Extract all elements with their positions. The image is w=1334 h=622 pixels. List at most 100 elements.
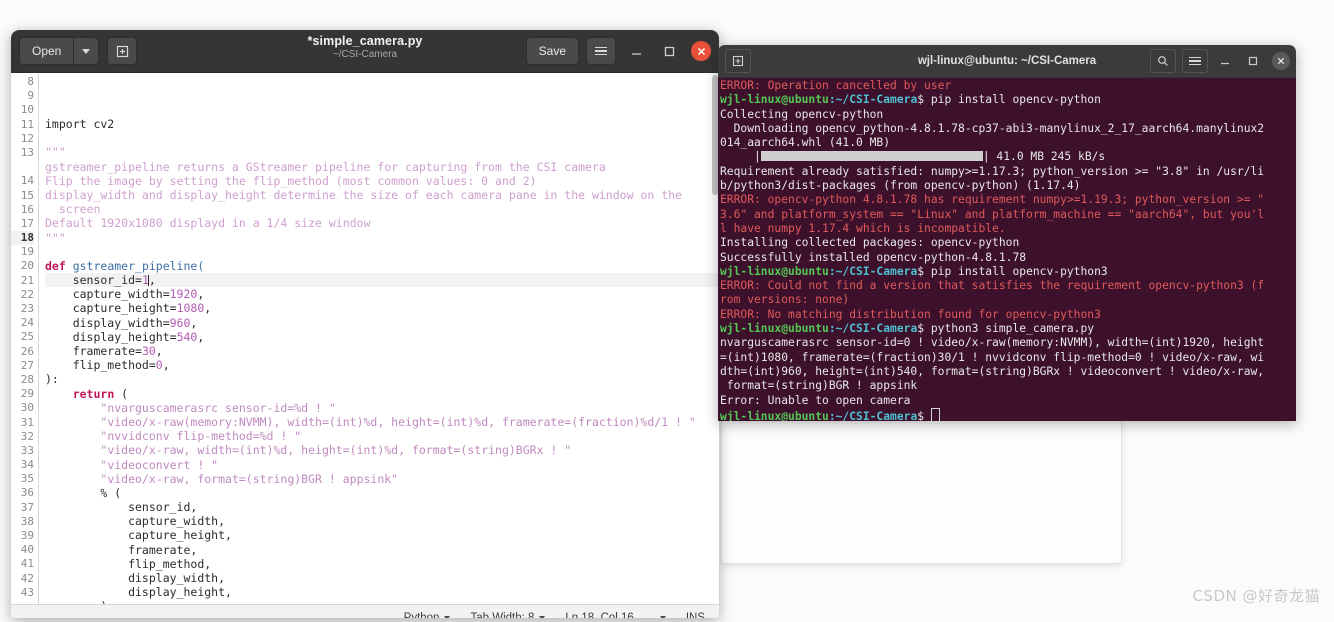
terminal-text: dth=(int)960, height=(int)540, format=(s… <box>720 364 1265 378</box>
code-token: gstreamer_pipeline( <box>72 258 205 273</box>
terminal-text: | 41.0 MB 245 kB/s <box>982 150 1106 164</box>
line-number: 23 <box>20 302 34 315</box>
search-icon <box>1158 56 1168 66</box>
editor-maximize-button[interactable] <box>656 38 682 64</box>
line-number: 39 <box>20 529 34 542</box>
close-icon <box>1277 57 1285 65</box>
code-line: "videoconvert ! " <box>45 458 719 472</box>
code-line: Flip the image by setting the flip_metho… <box>45 174 719 188</box>
terminal-text: ERROR: No matching distribution found fo… <box>720 307 1101 321</box>
terminal-text: rom versions: none) <box>720 293 850 307</box>
code-line: ) <box>45 599 719 604</box>
chevron-down-icon <box>539 616 546 618</box>
terminal-text: wjl-linux@ubuntu <box>720 409 829 421</box>
editor-close-button[interactable] <box>691 41 711 61</box>
tab-width-label: Tab Width: 8 <box>470 612 535 618</box>
terminal-text: 014_aarch64.whl (41.0 MB) <box>720 136 891 150</box>
line-number: 15 <box>20 188 34 202</box>
terminal-line: l have numpy 1.17.4 which is incompatibl… <box>720 222 1296 236</box>
line-number: 17 <box>20 216 34 230</box>
save-button[interactable]: Save <box>525 37 579 65</box>
insert-mode-label: INS <box>685 612 705 618</box>
terminal-titlebar-right <box>1150 49 1290 73</box>
code-token: "video/x-raw(memory:NVMM), width=(int)%d… <box>100 414 696 429</box>
terminal-search-button[interactable] <box>1150 49 1176 73</box>
terminal-output[interactable]: ERROR: Operation cancelled by user wjl-li… <box>718 78 1296 421</box>
line-number: 25 <box>20 330 34 344</box>
code-line: capture_width=1920, <box>45 287 719 301</box>
line-number: 13 <box>20 145 34 159</box>
tab-width-selector[interactable]: Tab Width: 8 <box>470 612 546 618</box>
terminal-text: $ pip install opencv-python <box>917 93 1101 107</box>
code-token: flip_method= <box>45 358 156 373</box>
desktop-screen: Open *simple_camera.py ~/CSI-Camera Save <box>0 0 1334 622</box>
code-token: , <box>155 344 163 358</box>
code-token: , <box>148 273 156 288</box>
terminal-new-tab-button[interactable] <box>725 49 751 73</box>
line-number: 43 <box>20 585 34 599</box>
code-line: ): <box>45 372 719 386</box>
code-line: "nvarguscamerasrc sensor-id=%d ! " <box>45 401 719 415</box>
terminal-titlebar: wjl-linux@ubuntu: ~/CSI-Camera <box>718 45 1296 78</box>
line-number: 26 <box>20 344 34 358</box>
terminal-menu-button[interactable] <box>1182 49 1208 73</box>
page-subtitle: ~/CSI-Camera <box>332 49 398 60</box>
terminal-line: 3.6" and platform_system == "Linux" and … <box>720 208 1296 222</box>
minimize-icon <box>1221 62 1229 65</box>
terminal-minimize-button[interactable] <box>1214 50 1236 72</box>
cursor-position-selector[interactable]: Ln 18, Col 16 <box>565 612 666 618</box>
code-token: 540 <box>176 329 198 344</box>
code-line: "video/x-raw, format=(string)BGR ! appsi… <box>45 472 719 486</box>
save-as-button[interactable] <box>107 37 138 65</box>
terminal-line: ERROR: Operation cancelled by user <box>720 79 1296 93</box>
code-token: , <box>162 358 170 373</box>
code-line: display_height, <box>45 585 719 599</box>
minimize-icon <box>631 52 641 55</box>
terminal-text: Error: Unable to open camera <box>720 393 911 407</box>
terminal-text: ERROR: Could not find a version that sat… <box>720 279 1265 293</box>
terminal-text: Downloading opencv_python-4.8.1.78-cp37-… <box>720 121 1265 135</box>
code-area[interactable]: import cv2 """ gstreamer_pipeline returns … <box>39 73 719 604</box>
terminal-close-button[interactable] <box>1272 52 1290 70</box>
open-button[interactable]: Open <box>19 37 74 65</box>
line-number: 21 <box>20 273 34 287</box>
editor-body[interactable]: 8 9 10 11 12 13 14 15 16 17 18 19 20 21 22 23 24 25 26 27 28… <box>11 73 719 604</box>
line-number: 10 <box>20 103 34 117</box>
code-token: , <box>197 287 205 302</box>
code-token: , <box>197 329 205 344</box>
code-line: capture_height, <box>45 528 719 542</box>
line-number: 28 <box>20 372 34 386</box>
line-number-gutter: 8 9 10 11 12 13 14 15 16 17 18 19 20 21 22 23 24 25 26 27 28… <box>11 73 39 604</box>
terminal-text: Successfully installed opencv-python-4.8… <box>720 250 1027 264</box>
line-number: 11 <box>20 117 34 131</box>
terminal-line: wjl-linux@ubuntu:~/CSI-Camera$ pip insta… <box>720 265 1296 279</box>
line-number: 12 <box>20 131 34 145</box>
line-number: 29 <box>20 387 34 401</box>
code-token: 960 <box>169 315 191 330</box>
editor-menu-button[interactable] <box>586 37 616 65</box>
editor-minimize-button[interactable] <box>623 38 649 64</box>
save-as-icon <box>116 45 128 57</box>
code-line: display_width, <box>45 571 719 585</box>
code-token: screen <box>45 202 101 217</box>
terminal-line: Successfully installed opencv-python-4.8… <box>720 251 1296 265</box>
terminal-text: :~/CSI-Camera <box>828 93 918 107</box>
code-token: import cv2 <box>45 117 115 131</box>
terminal-maximize-button[interactable] <box>1242 50 1264 72</box>
code-token: 0 <box>155 358 163 373</box>
open-dropdown-button[interactable] <box>73 37 100 65</box>
chevron-down-icon <box>444 616 451 618</box>
terminal-line: dth=(int)960, height=(int)540, format=(s… <box>720 365 1296 379</box>
terminal-line: Collecting opencv-python <box>720 108 1296 122</box>
code-token: """ <box>45 145 66 160</box>
language-selector[interactable]: Python <box>404 612 451 618</box>
code-token: % ( <box>45 485 122 500</box>
code-line: display_width and display_height determi… <box>45 188 719 202</box>
code-token: display_height, <box>45 585 232 600</box>
code-token: display_height= <box>45 329 177 344</box>
code-token: sensor_id, <box>45 500 198 515</box>
code-token: 1080 <box>176 301 205 316</box>
